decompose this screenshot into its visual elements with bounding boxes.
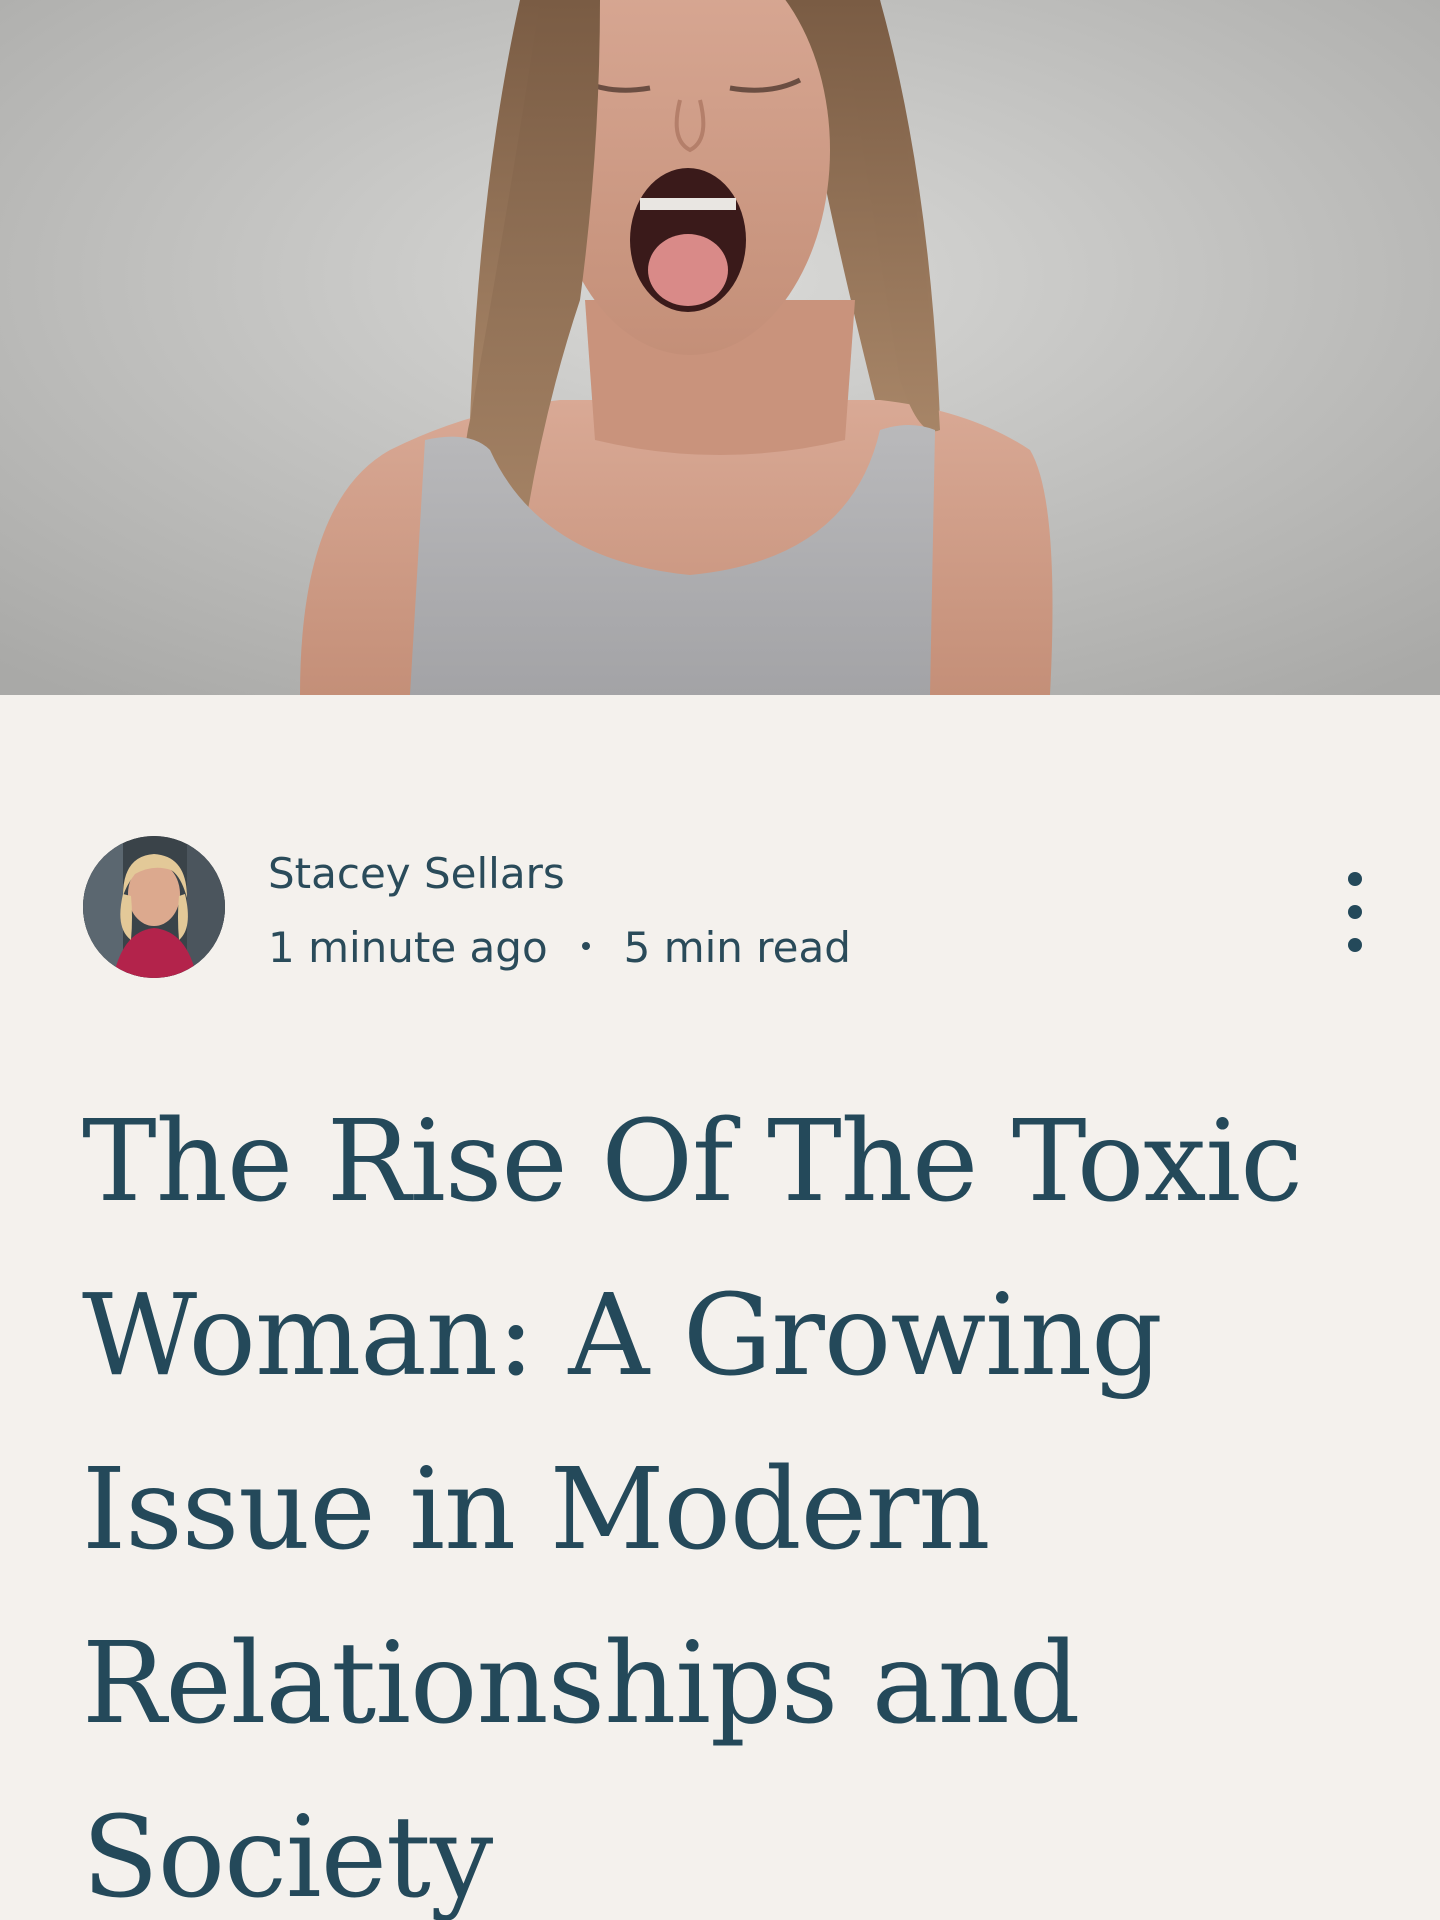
read-time: 5 min read	[623, 923, 851, 972]
more-vertical-icon-dot-bottom	[1348, 938, 1362, 952]
author-avatar-photo	[83, 836, 225, 978]
author-row: Stacey Sellars 1 minute ago 5 min read	[0, 836, 1440, 986]
post-meta: 1 minute ago 5 min read	[268, 922, 851, 974]
hero-image	[0, 0, 1440, 695]
more-options-button[interactable]	[1330, 872, 1380, 952]
blog-post-page: Stacey Sellars 1 minute ago 5 min read T…	[0, 0, 1440, 1920]
author-name[interactable]: Stacey Sellars	[268, 848, 565, 900]
published-time: 1 minute ago	[268, 923, 548, 972]
dot-separator-icon	[581, 942, 590, 950]
more-vertical-icon-dot-middle	[1348, 905, 1362, 919]
post-title: The Rise Of The Toxic Woman: A Growing I…	[82, 1097, 1303, 1920]
author-avatar[interactable]	[83, 836, 225, 978]
more-vertical-icon-dot-top	[1348, 872, 1362, 886]
hero-photo-woman-screaming	[0, 0, 1440, 695]
